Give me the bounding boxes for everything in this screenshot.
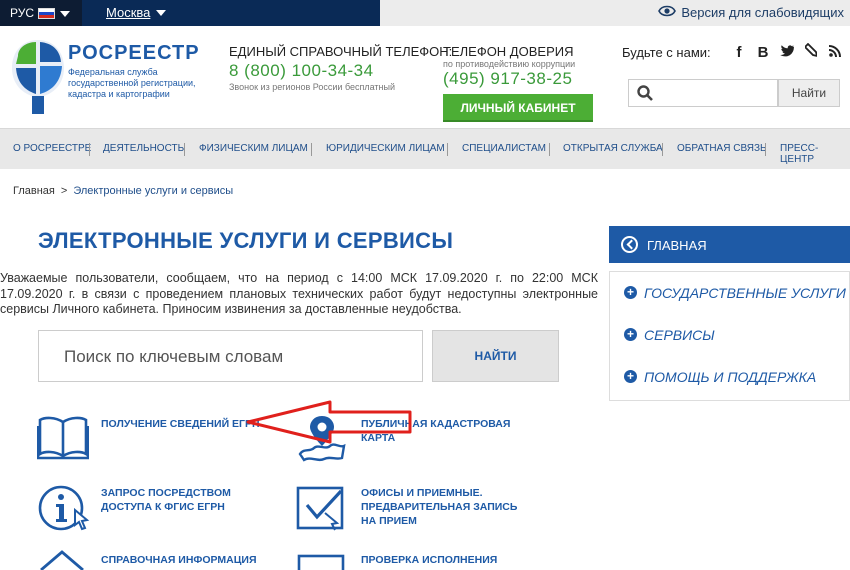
sidebar-home-label: ГЛАВНАЯ: [647, 238, 707, 253]
nav-item-feedback[interactable]: Обратная связь: [677, 143, 767, 154]
header-search-button[interactable]: Найти: [778, 79, 840, 107]
maintenance-notice: Уважаемые пользователи, сообщаем, что на…: [0, 271, 598, 316]
social-icons: fВ: [727, 42, 847, 61]
nav-divider: [89, 143, 90, 156]
sidebar-item-services[interactable]: + СЕРВИСЫ: [624, 327, 715, 343]
open-book-icon[interactable]: [37, 414, 89, 460]
facebook-icon[interactable]: f: [727, 44, 751, 61]
low-vision-link[interactable]: Версия для слабовидящих: [658, 5, 844, 20]
logo-sub-line: государственной регистрации,: [68, 78, 196, 88]
plus-icon: +: [624, 370, 637, 383]
logo-sub-line: кадастра и картографии: [68, 89, 170, 99]
logo-subtitle: Федеральная служба государственной регис…: [68, 67, 200, 100]
personal-cabinet-button[interactable]: ЛИЧНЫЙ КАБИНЕТ: [443, 94, 593, 122]
eye-icon: [658, 5, 677, 17]
rosreestr-logo-icon[interactable]: [10, 38, 66, 116]
sidebar-menu: + ГОСУДАРСТВЕННЫЕ УСЛУГИ + СЕРВИСЫ + ПОМОЩЬ…: [609, 271, 850, 401]
nav-item-press-center[interactable]: Пресс-центр: [780, 143, 850, 165]
plus-icon: +: [624, 328, 637, 341]
social-label: Будьте с нами:: [622, 45, 711, 60]
keyword-search-placeholder: Поиск по ключевым словам: [64, 347, 284, 366]
trust-number[interactable]: (495) 917-38-25: [443, 69, 575, 89]
nav-item-open-service[interactable]: Открытая служба: [563, 143, 663, 154]
nav-item-specialists[interactable]: Специалистам: [462, 143, 546, 154]
rss-icon[interactable]: [823, 44, 847, 61]
keyword-search-button[interactable]: НАЙТИ: [432, 330, 559, 382]
service-offices-link[interactable]: ОФИСЫ И ПРИЕМНЫЕ. ПРЕДВАРИТЕЛЬНАЯ ЗАПИСЬ…: [361, 486, 517, 528]
nav-divider: [311, 143, 312, 156]
sidebar-item-label: СЕРВИСЫ: [644, 327, 715, 343]
russia-flag-icon: [38, 8, 55, 19]
nav-divider: [184, 143, 185, 156]
red-arrow-annotation: [246, 400, 412, 444]
breadcrumb-separator: >: [60, 185, 68, 197]
logo-text[interactable]: РОСРЕЕСТР Федеральная служба государстве…: [68, 42, 200, 100]
nav-item-activity[interactable]: Деятельность: [103, 143, 184, 154]
hotline-number[interactable]: 8 (800) 100-34-34: [229, 61, 452, 81]
nav-divider: [662, 143, 663, 156]
header-search-input[interactable]: [628, 79, 778, 107]
trust-subtitle: по противодействию коррупции: [443, 59, 576, 69]
service-egrn-link[interactable]: ПОЛУЧЕНИЕ СВЕДЕНИЙ ЕГРН: [101, 417, 260, 431]
service-info-link[interactable]: СПРАВОЧНАЯ ИНФОРМАЦИЯ: [101, 553, 257, 567]
keyword-search-input[interactable]: Поиск по ключевым словам: [38, 330, 423, 382]
vk-icon[interactable]: В: [751, 44, 775, 61]
twitter-icon[interactable]: [775, 44, 799, 61]
sidebar-item-label: ГОСУДАРСТВЕННЫЕ УСЛУГИ: [644, 285, 846, 301]
chevron-down-icon: [60, 11, 70, 17]
nav-item-legal-entities[interactable]: Юридическим лицам: [326, 143, 445, 154]
back-arrow-icon: [621, 236, 638, 253]
info-pointer-icon[interactable]: [37, 484, 91, 532]
page-title: ЭЛЕКТРОННЫЕ УСЛУГИ И СЕРВИСЫ: [38, 228, 454, 253]
breadcrumb-current: Электронные услуги и сервисы: [73, 185, 234, 197]
main-nav: О Росреестре Деятельность Физическим лиц…: [0, 128, 850, 169]
hotline-block: ЕДИНЫЙ СПРАВОЧНЫЙ ТЕЛЕФОН: 8 (800) 100-3…: [229, 44, 452, 92]
nav-divider: [765, 143, 766, 156]
breadcrumb: Главная > Электронные услуги и сервисы: [13, 185, 233, 197]
nav-divider: [549, 143, 550, 156]
hotline-note: Звонок из регионов России бесплатный: [229, 82, 396, 92]
service-label-line: ЗАПРОС ПОСРЕДСТВОМ: [101, 487, 231, 499]
calendar-check-icon[interactable]: [295, 483, 349, 531]
city-selector[interactable]: Москва: [82, 0, 380, 26]
checklist-icon[interactable]: [296, 552, 346, 570]
service-label-line: НА ПРИЕМ: [361, 515, 417, 527]
sidebar-item-help[interactable]: + ПОМОЩЬ И ПОДДЕРЖКА: [624, 369, 816, 385]
sidebar-item-state-services[interactable]: + ГОСУДАРСТВЕННЫЕ УСЛУГИ: [624, 285, 846, 301]
plus-icon: +: [624, 286, 637, 299]
nav-divider: [447, 143, 448, 156]
chevron-down-icon: [156, 10, 166, 16]
breadcrumb-home[interactable]: Главная: [13, 185, 55, 197]
sidebar-item-label: ПОМОЩЬ И ПОДДЕРЖКА: [644, 369, 817, 385]
trust-title: ТЕЛЕФОН ДОВЕРИЯ: [443, 44, 574, 59]
sidebar-home[interactable]: ГЛАВНАЯ: [609, 226, 850, 263]
language-label: РУС: [10, 6, 35, 20]
logo-title: РОСРЕЕСТР: [68, 42, 200, 64]
nav-item-individuals[interactable]: Физическим лицам: [199, 143, 308, 154]
nav-item-about[interactable]: О Росреестре: [13, 143, 91, 154]
logo-sub-line: Федеральная служба: [68, 67, 158, 77]
language-selector[interactable]: РУС: [0, 0, 82, 26]
search-icon: [637, 85, 653, 101]
service-label-line: ДОСТУПА К ФГИС ЕГРН: [101, 501, 225, 513]
service-fgis-link[interactable]: ЗАПРОС ПОСРЕДСТВОМ ДОСТУПА К ФГИС ЕГРН: [101, 486, 231, 514]
house-icon[interactable]: [37, 548, 87, 570]
hotline-title: ЕДИНЫЙ СПРАВОЧНЫЙ ТЕЛЕФОН:: [229, 44, 453, 59]
livejournal-icon[interactable]: [799, 42, 823, 61]
service-label-line: ПРЕДВАРИТЕЛЬНАЯ ЗАПИСЬ: [361, 501, 518, 513]
city-label: Москва: [106, 5, 151, 20]
service-check-link[interactable]: ПРОВЕРКА ИСПОЛНЕНИЯ: [361, 553, 497, 567]
low-vision-label: Версия для слабовидящих: [681, 5, 844, 20]
trust-phone-block: ТЕЛЕФОН ДОВЕРИЯ по противодействию корру…: [443, 44, 575, 89]
top-bar: РУС Москва Версия для слабовидящих: [0, 0, 850, 26]
service-label-line: ОФИСЫ И ПРИЕМНЫЕ.: [361, 487, 483, 499]
